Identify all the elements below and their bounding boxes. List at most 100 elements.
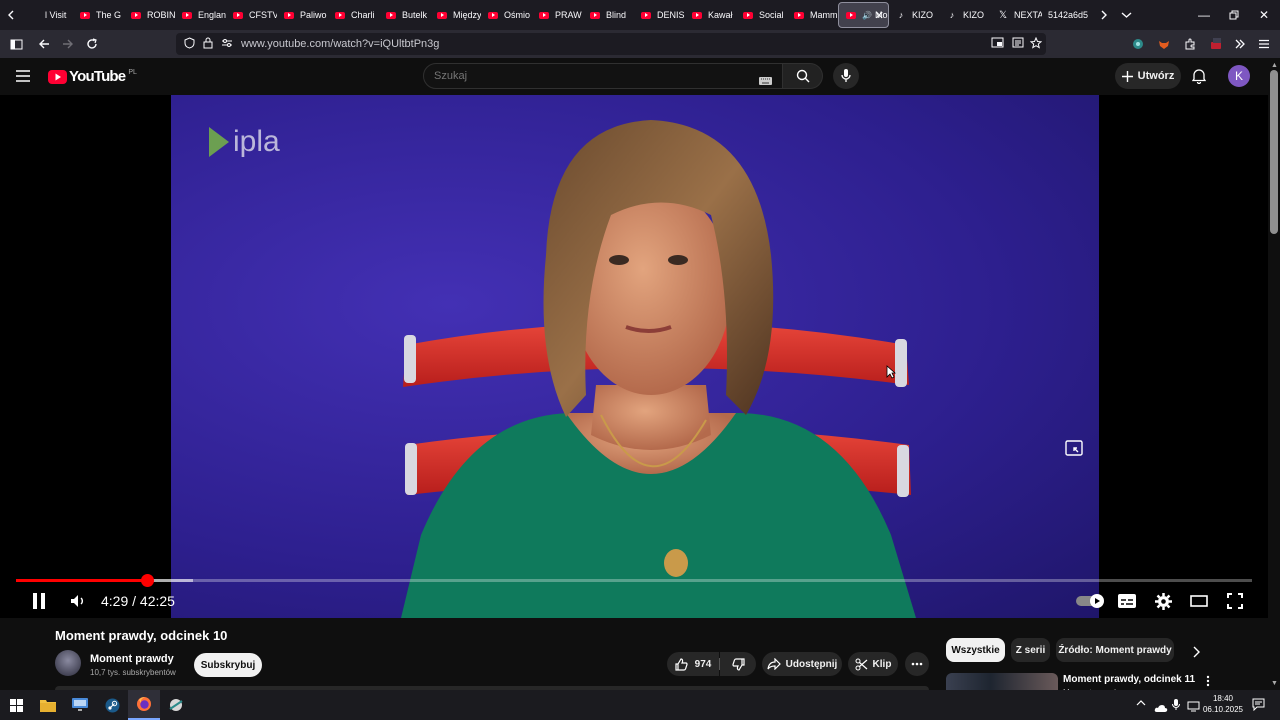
video-frame[interactable]: ipla <box>171 95 1099 618</box>
notifications-center-button[interactable] <box>1252 698 1265 716</box>
more-actions-button[interactable] <box>905 652 929 676</box>
chip-series[interactable]: Z serii <box>1011 638 1050 662</box>
speaker-icon[interactable]: 🔊 <box>862 11 872 20</box>
channel-avatar[interactable] <box>55 650 81 676</box>
scrollbar-thumb[interactable] <box>1270 70 1278 234</box>
minimize-window-button[interactable]: — <box>1188 0 1220 30</box>
bookmark-star-icon[interactable] <box>1029 36 1043 52</box>
youtube-logo[interactable]: YouTube PL <box>48 68 137 85</box>
remote-desktop-button[interactable] <box>64 690 96 720</box>
next-video-thumbnail[interactable] <box>946 673 1058 690</box>
app-menu-button[interactable] <box>1252 32 1276 56</box>
browser-tab[interactable]: 5142a6d5 <box>1042 2 1093 28</box>
taskbar-clock[interactable]: 18:40 06.10.2025 <box>1201 694 1245 715</box>
reader-view-icon[interactable] <box>1012 37 1024 51</box>
browser-tab[interactable]: CFSTV <box>226 2 277 28</box>
guide-menu-button[interactable] <box>16 69 30 87</box>
browser-tab[interactable]: ROBIN <box>124 2 175 28</box>
extension-shield-button[interactable] <box>1126 32 1150 56</box>
back-button[interactable] <box>32 32 56 56</box>
browser-tab[interactable]: The G <box>73 2 124 28</box>
fullscreen-button[interactable] <box>1224 590 1246 612</box>
progress-bar[interactable] <box>16 574 1252 587</box>
more-tools-button[interactable] <box>1228 32 1252 56</box>
theater-mode-button[interactable] <box>1188 590 1210 612</box>
mute-button[interactable] <box>67 590 89 612</box>
voice-search-button[interactable] <box>833 63 859 89</box>
browser-tab[interactable]: 🔊 Mo ✕ <box>838 2 889 28</box>
steam-button[interactable] <box>96 690 128 720</box>
sidebar-toggle-button[interactable] <box>4 32 28 56</box>
browser-tab[interactable]: Blind <box>583 2 634 28</box>
settings-button[interactable] <box>1152 590 1174 612</box>
scroll-up-icon[interactable]: ▲ <box>1271 62 1278 69</box>
address-bar[interactable]: www.youtube.com/watch?v=iQUltbtPn3g <box>176 33 1046 55</box>
page-scrollbar[interactable]: ▲ ▼ <box>1268 58 1280 690</box>
subtitles-button[interactable] <box>1116 590 1138 612</box>
maximize-window-button[interactable] <box>1218 0 1250 30</box>
close-tab-icon[interactable]: ✕ <box>875 9 884 22</box>
chip-source[interactable]: Źródło: Moment prawdy <box>1056 638 1174 662</box>
share-button[interactable]: Udostępnij <box>762 652 842 676</box>
browser-tab[interactable]: ♪ KIZO <box>940 2 991 28</box>
microphone-tray-icon[interactable] <box>1172 698 1180 716</box>
like-button[interactable]: 974 <box>667 652 719 676</box>
clip-button[interactable]: Klip <box>848 652 898 676</box>
scroll-down-icon[interactable]: ▼ <box>1271 680 1278 687</box>
create-button[interactable]: Utwórz <box>1115 63 1181 89</box>
reload-button[interactable] <box>80 32 104 56</box>
tab-label: KIZO <box>912 10 934 20</box>
show-hidden-icons-button[interactable] <box>1136 699 1146 709</box>
pause-button[interactable] <box>28 590 50 612</box>
extension-badge-button[interactable] <box>1204 32 1228 56</box>
chip-all[interactable]: Wszystkie <box>946 638 1005 662</box>
start-button[interactable] <box>0 690 32 720</box>
close-window-button[interactable]: ✕ <box>1248 0 1280 30</box>
permissions-icon[interactable] <box>221 38 233 51</box>
tab-scroll-right-button[interactable] <box>1093 0 1115 30</box>
channel-name[interactable]: Moment prawdy <box>90 653 174 665</box>
browser-tab[interactable]: Englan <box>175 2 226 28</box>
browser-tab[interactable]: Charli <box>328 2 379 28</box>
list-all-tabs-button[interactable] <box>1115 0 1137 30</box>
browser-tab[interactable]: Butelk <box>379 2 430 28</box>
tab-label: Mamm <box>810 10 838 20</box>
autoplay-toggle[interactable] <box>1074 590 1106 612</box>
dislike-button[interactable] <box>720 652 756 676</box>
onedrive-icon[interactable] <box>1154 700 1168 718</box>
lock-icon[interactable] <box>203 37 213 52</box>
search-input[interactable] <box>434 70 754 82</box>
browser-tab[interactable]: PRAW <box>532 2 583 28</box>
chips-next-button[interactable] <box>1192 645 1200 663</box>
subscribe-button[interactable]: Subskrybuj <box>194 653 262 677</box>
browser-tab[interactable]: Kawał <box>685 2 736 28</box>
scrubber-handle[interactable] <box>141 574 155 587</box>
network-icon[interactable] <box>1187 699 1200 717</box>
forward-button[interactable] <box>56 32 80 56</box>
browser-tab[interactable]: DENIS <box>634 2 685 28</box>
tracking-protection-icon[interactable] <box>184 36 195 52</box>
search-button[interactable] <box>783 63 823 89</box>
browser-tab[interactable]: 𝕏 NEXTA <box>991 2 1042 28</box>
next-video-title[interactable]: Moment prawdy, odcinek 11 <box>1063 674 1195 685</box>
avatar[interactable]: K <box>1228 65 1250 87</box>
picture-in-picture-icon[interactable] <box>991 37 1004 51</box>
browser-tab[interactable]: Między <box>430 2 481 28</box>
app-taskbar-button[interactable] <box>160 690 192 720</box>
video-player[interactable]: ipla 4:29 / 42:25 <box>0 95 1268 618</box>
browser-tab[interactable]: Paliwo <box>277 2 328 28</box>
browser-tab[interactable]: ♪ KIZO <box>889 2 940 28</box>
browser-tab[interactable]: Ośmio <box>481 2 532 28</box>
tab-scroll-left-button[interactable] <box>0 0 22 30</box>
search-box[interactable] <box>423 63 783 89</box>
extensions-button[interactable] <box>1178 32 1202 56</box>
firefox-taskbar-button[interactable] <box>128 690 160 720</box>
file-explorer-button[interactable] <box>32 690 64 720</box>
extension-fox-button[interactable] <box>1152 32 1176 56</box>
notifications-button[interactable] <box>1191 68 1207 89</box>
keyboard-icon[interactable] <box>759 72 772 90</box>
browser-tab[interactable]: Social <box>736 2 787 28</box>
miniplayer-icon[interactable] <box>1065 440 1083 461</box>
browser-tab[interactable]: Mamm <box>787 2 838 28</box>
browser-tab[interactable]: l Visit <box>22 2 73 28</box>
